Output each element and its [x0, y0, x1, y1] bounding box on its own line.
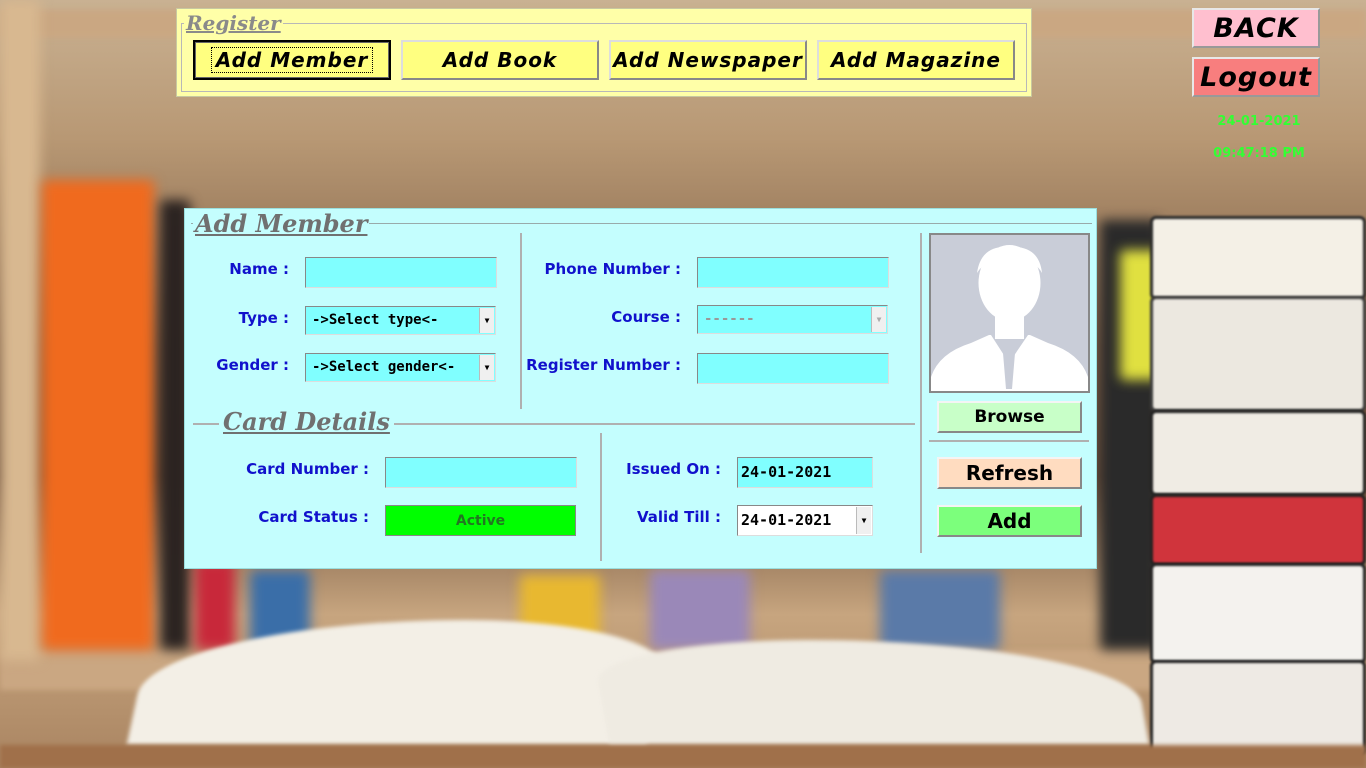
valid-till-value: 24-01-2021	[741, 511, 832, 529]
phone-number-label: Phone Number :	[544, 260, 681, 278]
valid-till-dropdown-arrow-icon[interactable]: ▼	[856, 507, 871, 534]
add-member-panel: Add Member Name : Type : ->Select type<-…	[184, 208, 1097, 569]
register-number-input[interactable]	[697, 353, 889, 384]
card-number-label: Card Number :	[246, 460, 369, 478]
issued-on-field: 24-01-2021	[737, 457, 873, 488]
type-dropdown-arrow-icon[interactable]: ▼	[479, 308, 494, 333]
card-number-input[interactable]	[385, 457, 577, 488]
register-panel: Register Add Member Add Book Add Newspap…	[176, 8, 1032, 97]
column-divider	[520, 233, 522, 409]
current-date: 24-01-2021	[1217, 114, 1301, 129]
add-member-button-label: Add Member	[210, 47, 374, 73]
type-select-value: ->Select type<-	[312, 312, 439, 328]
add-newspaper-button-label: Add Newspaper	[613, 48, 803, 72]
name-label: Name :	[229, 260, 289, 278]
course-select-value: ------	[704, 311, 755, 327]
valid-till-date-picker[interactable]: 24-01-2021 ▼	[737, 505, 873, 536]
add-magazine-button-label: Add Magazine	[831, 48, 1001, 72]
type-label: Type :	[238, 309, 289, 327]
issued-on-label: Issued On :	[626, 460, 721, 478]
course-select[interactable]: ------ ▼	[697, 305, 888, 334]
register-number-label: Register Number :	[526, 356, 681, 374]
course-label: Course :	[611, 308, 681, 326]
gender-select[interactable]: ->Select gender<- ▼	[305, 353, 496, 382]
add-book-button-label: Add Book	[442, 48, 558, 72]
type-select[interactable]: ->Select type<- ▼	[305, 306, 496, 335]
course-dropdown-arrow-icon[interactable]: ▼	[871, 307, 886, 332]
logout-button[interactable]: Logout	[1192, 57, 1320, 97]
register-legend: Register	[186, 11, 281, 35]
add-book-button[interactable]: Add Book	[401, 40, 599, 80]
card-status-label: Card Status :	[258, 508, 369, 526]
phone-number-input[interactable]	[697, 257, 889, 288]
add-member-button[interactable]: Add Member	[193, 40, 391, 80]
gender-select-value: ->Select gender<-	[312, 359, 456, 375]
add-member-title: Add Member	[193, 209, 370, 238]
refresh-button[interactable]: Refresh	[937, 457, 1082, 489]
add-button[interactable]: Add	[937, 505, 1082, 537]
add-newspaper-button[interactable]: Add Newspaper	[609, 40, 807, 80]
card-details-title: Card Details	[219, 407, 394, 436]
actions-divider	[929, 440, 1089, 442]
browse-button[interactable]: Browse	[937, 401, 1082, 433]
add-magazine-button[interactable]: Add Magazine	[817, 40, 1015, 80]
photo-column-divider	[920, 233, 922, 553]
valid-till-label: Valid Till :	[636, 508, 721, 526]
gender-dropdown-arrow-icon[interactable]: ▼	[479, 355, 494, 380]
card-column-divider	[600, 433, 602, 561]
member-photo	[929, 233, 1090, 393]
back-button[interactable]: BACK	[1192, 8, 1320, 48]
avatar-placeholder-icon	[931, 235, 1088, 391]
name-input[interactable]	[305, 257, 497, 288]
card-status-value: Active	[385, 505, 576, 536]
gender-label: Gender :	[216, 356, 289, 374]
current-time: 09:47:18 PM	[1213, 146, 1305, 161]
